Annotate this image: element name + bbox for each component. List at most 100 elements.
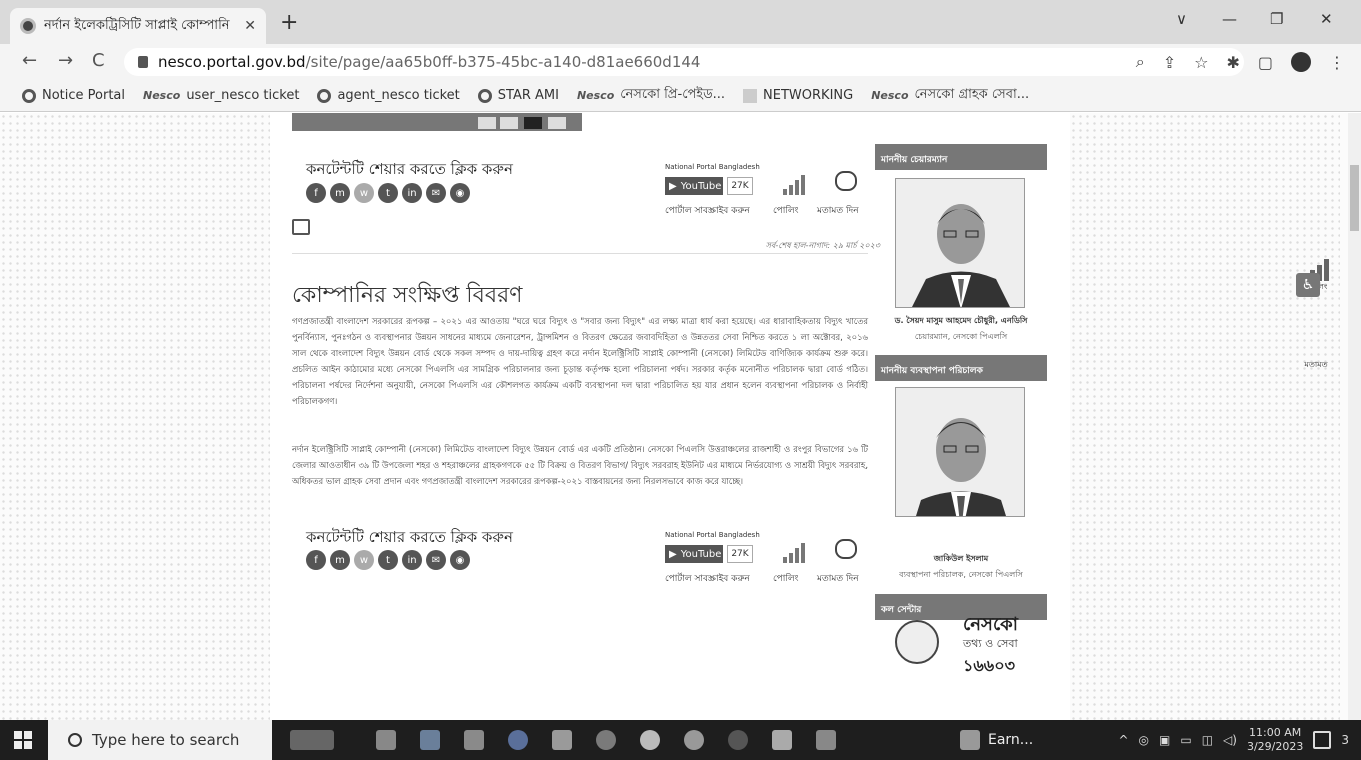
national-portal-label: National Portal Bangladesh [665, 531, 760, 539]
accessibility-icon[interactable]: ♿ [1296, 273, 1320, 297]
widgets-icon[interactable] [290, 730, 334, 750]
zoom-icon[interactable]: ⌕ [1136, 52, 1145, 72]
subscribe-link[interactable]: পোর্টাল সাবস্ক্রাইব করুন [665, 571, 750, 586]
extensions-icon[interactable]: ✱ [1226, 53, 1239, 72]
share-title-bottom: কনটেন্টটি শেয়ার করতে ক্লিক করুন [306, 528, 513, 546]
reload-button[interactable]: C [92, 50, 105, 71]
app-icon[interactable] [728, 730, 748, 750]
subscribe-link[interactable]: পোর্টাল সাবস্ক্রাইব করুন [665, 203, 750, 218]
taskbar-search[interactable]: Type here to search [48, 720, 272, 760]
earn-app-icon[interactable] [960, 730, 980, 750]
clock[interactable]: 11:00 AM 3/29/2023 [1247, 726, 1303, 754]
volume-icon[interactable]: ◁) [1223, 733, 1237, 747]
polling-link[interactable]: পোলিং [773, 571, 799, 586]
email-icon[interactable]: ✉ [426, 550, 446, 570]
browser-toolbar: ← → C nesco.portal.gov.bd/site/page/aa65… [0, 44, 1361, 80]
toolbar-icons: ⌕ ⇪ ☆ ✱ ▢ ⋮ [1136, 52, 1345, 72]
bookmark-nesco-prepaid[interactable]: Nesco নেসকো প্রি-পেইড... [577, 85, 725, 106]
bookmark-user-nesco-ticket[interactable]: Nesco user_nesco ticket [143, 88, 299, 103]
firefox-icon[interactable] [684, 730, 704, 750]
earn-app-label[interactable]: Earn... [988, 732, 1033, 748]
tray-app-icon[interactable]: ◎ [1139, 733, 1149, 747]
star-icon[interactable]: ☆ [1194, 53, 1208, 72]
youtube-count: 27K [727, 545, 753, 563]
menu-icon[interactable]: ⋮ [1329, 53, 1345, 72]
task-view-icon[interactable] [376, 730, 396, 750]
email-icon[interactable]: ✉ [426, 183, 446, 203]
page-scrollbar[interactable] [1348, 113, 1361, 720]
tab-search-icon[interactable]: ∨ [1176, 10, 1187, 28]
floating-feedback[interactable]: মতামত [1296, 359, 1336, 372]
chrome-icon[interactable] [640, 730, 660, 750]
twitter-icon[interactable]: t [378, 183, 398, 203]
linkedin-icon[interactable]: in [402, 183, 422, 203]
system-tray: ^ ◎ ▣ ▭ ◫ ◁) 11:00 AM 3/29/2023 3 [1118, 720, 1361, 760]
edge-icon[interactable] [596, 730, 616, 750]
browser-tab[interactable]: নর্দান ইলেকট্রিসিটি সাপ্লাই কোম্পানি ✕ [10, 8, 266, 44]
address-bar[interactable]: nesco.portal.gov.bd/site/page/aa65b0ff-b… [124, 48, 1244, 76]
mail-icon[interactable] [464, 730, 484, 750]
print-icon[interactable] [292, 219, 310, 235]
forward-button[interactable]: → [58, 50, 73, 71]
network-icon[interactable]: ◫ [1202, 733, 1213, 747]
close-window-button[interactable]: ✕ [1320, 10, 1333, 28]
back-button[interactable]: ← [22, 50, 37, 71]
polling-link[interactable]: পোলিং [773, 203, 799, 218]
bookmark-notice-portal[interactable]: Notice Portal [22, 88, 125, 103]
app-icon[interactable] [552, 730, 572, 750]
bookmark-agent-nesco-ticket[interactable]: agent_nesco ticket [317, 88, 460, 103]
bookmark-networking[interactable]: NETWORKING [743, 88, 853, 103]
call-center-agent-icon [895, 620, 939, 664]
more-share-icon[interactable]: ◉ [450, 183, 470, 203]
sidebar-icon[interactable]: ▢ [1258, 53, 1273, 72]
scrollbar-thumb[interactable] [1350, 165, 1359, 231]
tab-bar: নর্দান ইলেকট্রিসিটি সাপ্লাই কোম্পানি ✕ +… [0, 0, 1361, 44]
page-icon [743, 88, 758, 103]
facebook-icon[interactable]: f [306, 550, 326, 570]
new-tab-button[interactable]: + [280, 10, 298, 35]
whatsapp-icon[interactable]: w [354, 183, 374, 203]
taskbar-search-placeholder: Type here to search [92, 731, 240, 749]
twitter-icon[interactable]: t [378, 550, 398, 570]
divider [292, 253, 868, 254]
display-icon[interactable]: ▣ [1159, 733, 1170, 747]
feedback-link[interactable]: মতামত দিন [817, 571, 859, 586]
tab-close-icon[interactable]: ✕ [244, 18, 256, 34]
decorative-background-left [0, 113, 270, 720]
youtube-button[interactable]: ▶ YouTube [665, 545, 723, 563]
bookmark-star-ami[interactable]: STAR AMI [477, 88, 559, 103]
social-share-icons: f m w t in ✉ ◉ [306, 183, 470, 203]
chairman-header: মাননীয় চেয়ারম্যান [875, 144, 1047, 170]
whatsapp-icon[interactable]: w [354, 550, 374, 570]
feedback-icon[interactable] [835, 171, 857, 191]
bookmark-label: user_nesco ticket [186, 88, 300, 103]
facebook-icon[interactable]: f [306, 183, 326, 203]
lock-icon [138, 56, 148, 68]
call-center-banner[interactable]: নেসকো তথ্য ও সেবা ১৬৬০৩ [875, 608, 1047, 708]
call-center-subtitle: তথ্য ও সেবা [963, 637, 1018, 650]
minimize-button[interactable]: — [1222, 10, 1237, 28]
bookmark-nesco-customer-service[interactable]: Nesco নেসকো গ্রাহক সেবা... [871, 85, 1029, 106]
polling-icon[interactable] [783, 541, 807, 563]
profile-icon[interactable] [1291, 52, 1311, 72]
notes-icon[interactable] [816, 730, 836, 750]
youtube-count: 27K [727, 177, 753, 195]
feedback-link[interactable]: মতামত দিন [817, 203, 859, 218]
more-share-icon[interactable]: ◉ [450, 550, 470, 570]
share-icon[interactable]: ⇪ [1163, 53, 1176, 72]
linkedin-icon[interactable]: in [402, 550, 422, 570]
file-explorer-icon[interactable] [420, 730, 440, 750]
restore-button[interactable]: ❐ [1270, 10, 1283, 28]
battery-icon[interactable]: ▭ [1180, 733, 1191, 747]
youtube-button[interactable]: ▶ YouTube [665, 177, 723, 195]
tray-chevron-icon[interactable]: ^ [1118, 733, 1128, 747]
md-name: জাকিউল ইসলাম [933, 554, 989, 563]
feedback-icon[interactable] [835, 539, 857, 559]
windows-start-icon[interactable] [14, 731, 32, 749]
zoom-app-icon[interactable] [508, 730, 528, 750]
messenger-icon[interactable]: m [330, 183, 350, 203]
messenger-icon[interactable]: m [330, 550, 350, 570]
polling-icon[interactable] [783, 173, 807, 195]
word-icon[interactable] [772, 730, 792, 750]
notification-icon[interactable] [1313, 731, 1332, 749]
